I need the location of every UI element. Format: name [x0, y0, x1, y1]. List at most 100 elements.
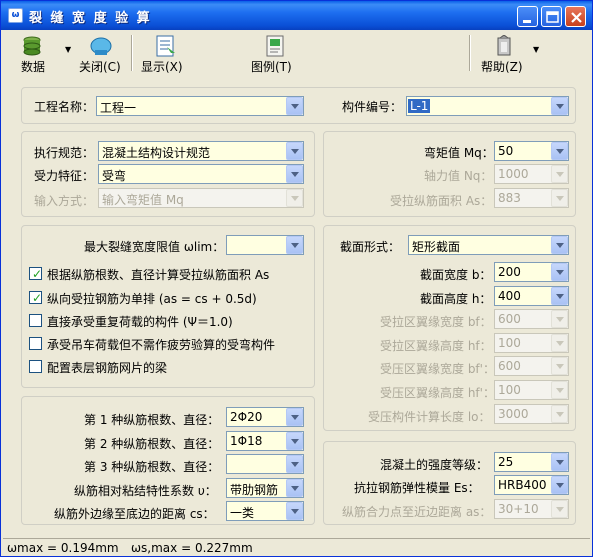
rebar-3-combo[interactable] — [226, 454, 304, 474]
show-label: 显示(X) — [141, 60, 183, 74]
cover-label: 纵筋外边缘至底边的距离 cs： — [54, 507, 215, 521]
bond-coef-label: 纵筋相对粘结特性系数 υ： — [74, 484, 217, 498]
chevron-down-icon[interactable]: ▼ — [65, 45, 71, 54]
app-icon[interactable]: ω — [8, 8, 23, 23]
as-combo[interactable]: 883 — [494, 188, 569, 208]
project-name-combo[interactable]: 工程一 — [96, 96, 304, 116]
chevron-down-icon[interactable] — [551, 476, 568, 494]
chevron-down-icon[interactable] — [551, 405, 568, 423]
chevron-down-icon[interactable] — [551, 334, 568, 352]
checkbox-box — [29, 314, 42, 327]
width-combo[interactable]: 200 — [494, 262, 569, 282]
chevron-down-icon[interactable] — [551, 381, 568, 399]
title-bar[interactable]: ω 裂 缝 宽 度 验 算 — [1, 1, 592, 30]
tension-flange-height-combo[interactable]: 100 — [494, 333, 569, 353]
height-label: 截面高度 h： — [420, 292, 492, 306]
ws-status: ωs,max = 0.227mm — [131, 541, 253, 555]
chevron-down-icon[interactable] — [551, 236, 568, 254]
minimize-button[interactable] — [517, 6, 538, 27]
close-window-button[interactable] — [565, 6, 586, 27]
compression-flange-width-value: 600 — [498, 359, 521, 373]
check-label: 根据纵筋根数、直径计算受拉纵筋面积 As — [47, 268, 270, 282]
legend-button[interactable]: 图例(T) — [249, 31, 301, 75]
chevron-down-icon[interactable] — [286, 236, 303, 254]
input-mode-label: 输入方式： — [34, 194, 95, 208]
help-icon — [497, 35, 511, 56]
mq-value: 50 — [498, 144, 514, 158]
chevron-down-icon[interactable] — [551, 310, 568, 328]
chevron-down-icon[interactable] — [286, 189, 303, 207]
code-combo[interactable]: 混凝土结构设计规范 — [98, 141, 304, 161]
check-label: 直接承受重复荷载的构件 (Ψ＝1.0) — [47, 315, 233, 329]
force-combo[interactable]: 受弯 — [98, 164, 304, 184]
tension-flange-height-value: 100 — [498, 336, 521, 350]
chevron-down-icon[interactable] — [551, 263, 568, 281]
chevron-down-icon[interactable] — [551, 97, 568, 115]
chevron-down-icon[interactable] — [551, 142, 568, 160]
cover-value: 一类 — [230, 506, 255, 520]
chevron-down-icon[interactable] — [286, 142, 303, 160]
exit-icon — [90, 37, 112, 55]
rebar-2-label: 第 2 种纵筋根数、直径： — [84, 437, 220, 451]
chevron-down-icon[interactable] — [551, 165, 568, 183]
concrete-grade-combo[interactable]: 25 — [494, 452, 569, 472]
calc-length-label: 受压构件计算长度 lo： — [368, 410, 491, 424]
chevron-down-icon[interactable] — [551, 453, 568, 471]
nq-combo[interactable]: 1000 — [494, 164, 569, 184]
show-button[interactable]: 显示(X) — [137, 31, 193, 75]
chevron-down-icon[interactable] — [286, 408, 303, 426]
mq-label: 弯矩值 Mq： — [424, 146, 494, 160]
data-label: 数据 — [21, 60, 46, 74]
checkbox-box — [29, 360, 42, 373]
chevron-down-icon[interactable] — [551, 287, 568, 305]
width-value: 200 — [498, 265, 521, 279]
chevron-down-icon[interactable] — [286, 479, 303, 497]
calc-length-value: 3000 — [498, 407, 529, 421]
help-button[interactable]: ▼ 帮助(Z) — [475, 31, 539, 75]
tension-flange-width-combo[interactable]: 600 — [494, 309, 569, 329]
rebar-1-combo[interactable]: 2Φ20 — [226, 407, 304, 427]
compression-flange-height-combo[interactable]: 100 — [494, 380, 569, 400]
database-icon — [23, 36, 41, 56]
steel-modulus-combo[interactable]: HRB400 — [494, 475, 569, 495]
code-panel: 执行规范： 混凝土结构设计规范 受力特征： 受弯 输入方式： 输入弯矩值 Mq — [21, 131, 315, 217]
mq-combo[interactable]: 50 — [494, 141, 569, 161]
tension-flange-width-label: 受拉区翼缘宽度 bf： — [380, 315, 492, 329]
toolbar: ▼ 数据 关闭(C) 显示(X) 图例(T) ▼ 帮助(Z) — [3, 31, 590, 75]
concrete-grade-label: 混凝土的强度等级： — [380, 458, 489, 472]
height-combo[interactable]: 400 — [494, 286, 569, 306]
input-mode-value: 输入弯矩值 Mq — [102, 193, 184, 207]
chevron-down-icon[interactable] — [551, 357, 568, 375]
chevron-down-icon[interactable] — [286, 165, 303, 183]
chevron-down-icon[interactable]: ▼ — [533, 45, 539, 54]
project-name-value: 工程一 — [100, 101, 137, 115]
input-mode-combo[interactable]: 输入弯矩值 Mq — [98, 188, 304, 208]
toolbar-separator — [469, 35, 471, 71]
checkbox-box: ✓ — [29, 267, 42, 281]
compression-flange-width-combo[interactable]: 600 — [494, 356, 569, 376]
chevron-down-icon[interactable] — [551, 189, 568, 207]
close-icon — [571, 12, 582, 23]
chevron-down-icon[interactable] — [551, 500, 568, 518]
minimize-icon — [523, 20, 531, 23]
wmax-status: ωmax = 0.194mm — [7, 541, 119, 555]
bond-coef-combo[interactable]: 带肋钢筋 — [226, 478, 304, 498]
member-id-combo[interactable]: L-1 — [406, 96, 569, 116]
calc-length-combo[interactable]: 3000 — [494, 404, 569, 424]
chevron-down-icon[interactable] — [286, 502, 303, 520]
width-label: 截面宽度 b： — [420, 268, 492, 282]
data-button[interactable]: ▼ 数据 — [7, 31, 71, 75]
compression-flange-height-value: 100 — [498, 383, 521, 397]
height-value: 400 — [498, 289, 521, 303]
chevron-down-icon[interactable] — [286, 455, 303, 473]
chevron-down-icon[interactable] — [286, 97, 303, 115]
rebar-2-combo[interactable]: 1Φ18 — [226, 431, 304, 451]
shape-combo[interactable]: 矩形截面 — [408, 235, 569, 255]
cover-combo[interactable]: 一类 — [226, 501, 304, 521]
chevron-down-icon[interactable] — [286, 432, 303, 450]
resultant-distance-combo[interactable]: 30+10 — [494, 499, 569, 519]
as-value: 883 — [498, 191, 521, 205]
close-button[interactable]: 关闭(C) — [75, 31, 127, 75]
maximize-button[interactable] — [541, 6, 562, 27]
wlim-combo[interactable] — [226, 235, 304, 255]
